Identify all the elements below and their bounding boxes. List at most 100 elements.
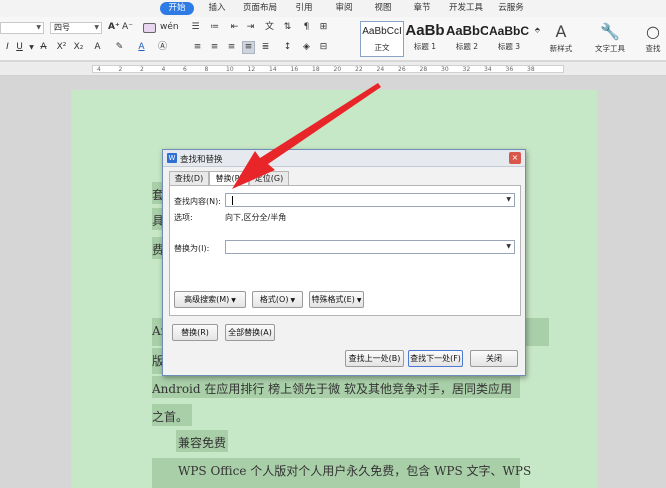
superscript-icon[interactable]: X²: [56, 42, 67, 53]
ruler-tick-label: 26: [398, 66, 406, 73]
tab-goto[interactable]: 定位(G): [249, 171, 289, 185]
new-style-button[interactable]: A 新样式: [544, 21, 578, 54]
phonetic-icon[interactable]: wén: [160, 22, 179, 33]
options-value: 向下,区分全/半角: [225, 213, 287, 222]
doc-line-wps: WPS Office 个人版对个人用户永久免费，包含 WPS 文字、WPS: [178, 464, 532, 478]
decrease-indent-icon[interactable]: ⇤: [229, 22, 240, 33]
justify-icon[interactable]: ≡: [242, 41, 255, 54]
format-button[interactable]: 格式(O) ▼: [252, 291, 303, 308]
ruler-tick-label: 12: [247, 66, 256, 73]
ruler-scale: 4 2 2 4 6 8 10 12 14 16 18 20 22 24 26 28 30 32 34 36 38: [92, 65, 564, 73]
align-center-icon[interactable]: ≡: [209, 42, 220, 53]
find-button[interactable]: ○ 查找: [640, 21, 666, 54]
tab-developer[interactable]: 开发工具: [446, 2, 486, 15]
tab-references[interactable]: 引用: [290, 2, 318, 15]
text-caret: [232, 196, 233, 205]
ruler-tick-label: 2: [118, 66, 123, 73]
find-label: 查找内容(N):: [174, 197, 221, 206]
table-border-icon[interactable]: ⊟: [318, 42, 329, 53]
increase-indent-icon[interactable]: ⇥: [245, 22, 256, 33]
style-heading-2[interactable]: AaBbC 标题 2: [446, 21, 488, 57]
dialog-title-bar[interactable]: W 查找和替换 ×: [163, 150, 525, 167]
font-size-select[interactable]: 四号 ▼: [50, 22, 102, 34]
tab-cloud[interactable]: 云服务: [494, 2, 528, 15]
shading-icon[interactable]: ◈: [301, 42, 312, 53]
close-icon[interactable]: ×: [509, 152, 521, 164]
align-left-icon[interactable]: ≡: [192, 42, 203, 53]
search-icon: ○: [646, 22, 660, 41]
underline-icon[interactable]: U: [14, 42, 25, 53]
options-label: 选项:: [174, 213, 193, 222]
ribbon-tab-bar: 开始 插入 页面布局 引用 审阅 视图 章节 开发工具 云服务: [0, 0, 666, 17]
advanced-search-button[interactable]: 高级搜索(M) ▼: [174, 291, 246, 308]
tab-view[interactable]: 视图: [369, 2, 397, 15]
show-marks-icon[interactable]: ¶: [301, 22, 312, 33]
style-heading-3[interactable]: AaBbC 标题 3: [488, 21, 530, 57]
ruler-tick-label: 24: [376, 66, 385, 73]
italic-icon[interactable]: I: [2, 42, 13, 53]
line-spacing-icon[interactable]: ↕: [282, 42, 293, 53]
style-normal[interactable]: AaBbCcI 正文: [360, 21, 404, 57]
text-effect-icon[interactable]: A: [92, 42, 103, 53]
ruler-tick-label: 2: [140, 66, 144, 73]
tab-sections[interactable]: 章节: [408, 2, 436, 15]
sort-icon[interactable]: ⇅: [282, 22, 293, 33]
tab-home[interactable]: 开始: [160, 2, 194, 15]
chinese-layout-icon[interactable]: 文: [264, 22, 275, 33]
ruler-tick-label: 30: [441, 66, 449, 73]
font-name-select[interactable]: ▼: [0, 22, 44, 34]
doc-heading-compat: 兼容免费: [178, 436, 227, 450]
ruler-tick-label: 4: [97, 66, 101, 73]
horizontal-ruler[interactable]: 4 2 2 4 6 8 10 12 14 16 18 20 22 24 26 28 30 32 34 36 38: [0, 62, 666, 76]
ruler-tick-label: 20: [333, 66, 342, 73]
style-scroll-icon[interactable]: ⬘: [532, 25, 543, 36]
style-heading-1[interactable]: AaBb 标题 1: [404, 21, 446, 57]
ribbon-toolbar: ▼ 四号 ▼ A⁺ A⁻ wén ☰ ≔ ⇤ ⇥ 文 ⇅ ¶ ⊞ I U ▼ A …: [0, 17, 666, 61]
font-size-value: 四号: [54, 23, 70, 32]
grow-font-icon[interactable]: A⁺: [108, 22, 120, 33]
replace-button[interactable]: 替换(R): [172, 324, 218, 341]
find-label: 查找: [645, 44, 661, 53]
tab-review[interactable]: 审阅: [330, 2, 358, 15]
special-format-button[interactable]: 特殊格式(E) ▼: [309, 291, 364, 308]
shrink-font-icon[interactable]: A⁻: [122, 22, 133, 33]
char-border-icon[interactable]: Ⓐ: [157, 42, 168, 53]
ruler-tick-label: 36: [505, 66, 514, 73]
find-previous-button[interactable]: 查找上一处(B): [345, 350, 404, 367]
align-right-icon[interactable]: ≡: [226, 42, 237, 53]
doc-line-top: 之首。: [152, 410, 189, 424]
ruler-tick-label: 16: [290, 66, 299, 73]
ruler-tick-label: 4: [161, 66, 166, 73]
new-style-icon: A: [555, 22, 567, 41]
new-style-label: 新样式: [549, 44, 573, 53]
replace-panel: 查找内容(N): ▼ 选项: 向下,区分全/半角 替换为(I): ▼ 高级搜索(…: [169, 185, 521, 316]
underline-dropdown-icon[interactable]: ▼: [26, 42, 37, 53]
ruler-tick-label: 14: [269, 66, 277, 73]
borders-icon[interactable]: ⊞: [318, 22, 329, 33]
find-next-button[interactable]: 查找下一处(F): [408, 350, 463, 367]
tab-page-layout[interactable]: 页面布局: [240, 2, 280, 15]
highlight-icon[interactable]: ✎: [114, 42, 125, 53]
find-input[interactable]: ▼: [225, 193, 515, 207]
replace-input[interactable]: ▼: [225, 240, 515, 254]
font-color-icon[interactable]: A: [136, 42, 147, 53]
close-button[interactable]: 关闭: [470, 350, 518, 367]
numbered-list-icon[interactable]: ≔: [209, 22, 220, 33]
tab-insert[interactable]: 插入: [203, 2, 231, 15]
strikethrough-icon[interactable]: A: [38, 42, 49, 53]
subscript-icon[interactable]: X₂: [73, 42, 84, 53]
dialog-title: 查找和替换: [180, 155, 223, 165]
replace-all-button[interactable]: 全部替换(A): [225, 324, 275, 341]
bullet-list-icon[interactable]: ☰: [190, 22, 201, 33]
replace-label: 替换为(I):: [174, 244, 210, 253]
ruler-tick-label: 32: [462, 66, 471, 73]
tab-find[interactable]: 查找(D): [169, 171, 209, 185]
distributed-icon[interactable]: ≣: [260, 42, 271, 53]
tab-replace[interactable]: 替换(P): [209, 171, 249, 186]
ruler-tick-label: 38: [527, 66, 535, 73]
text-tools-button[interactable]: 🔧 文字工具: [590, 21, 630, 54]
clear-format-icon[interactable]: [143, 23, 156, 33]
wrench-icon: 🔧: [600, 22, 620, 41]
wps-app-icon: W: [167, 153, 177, 163]
ruler-tick-label: 28: [419, 66, 428, 73]
